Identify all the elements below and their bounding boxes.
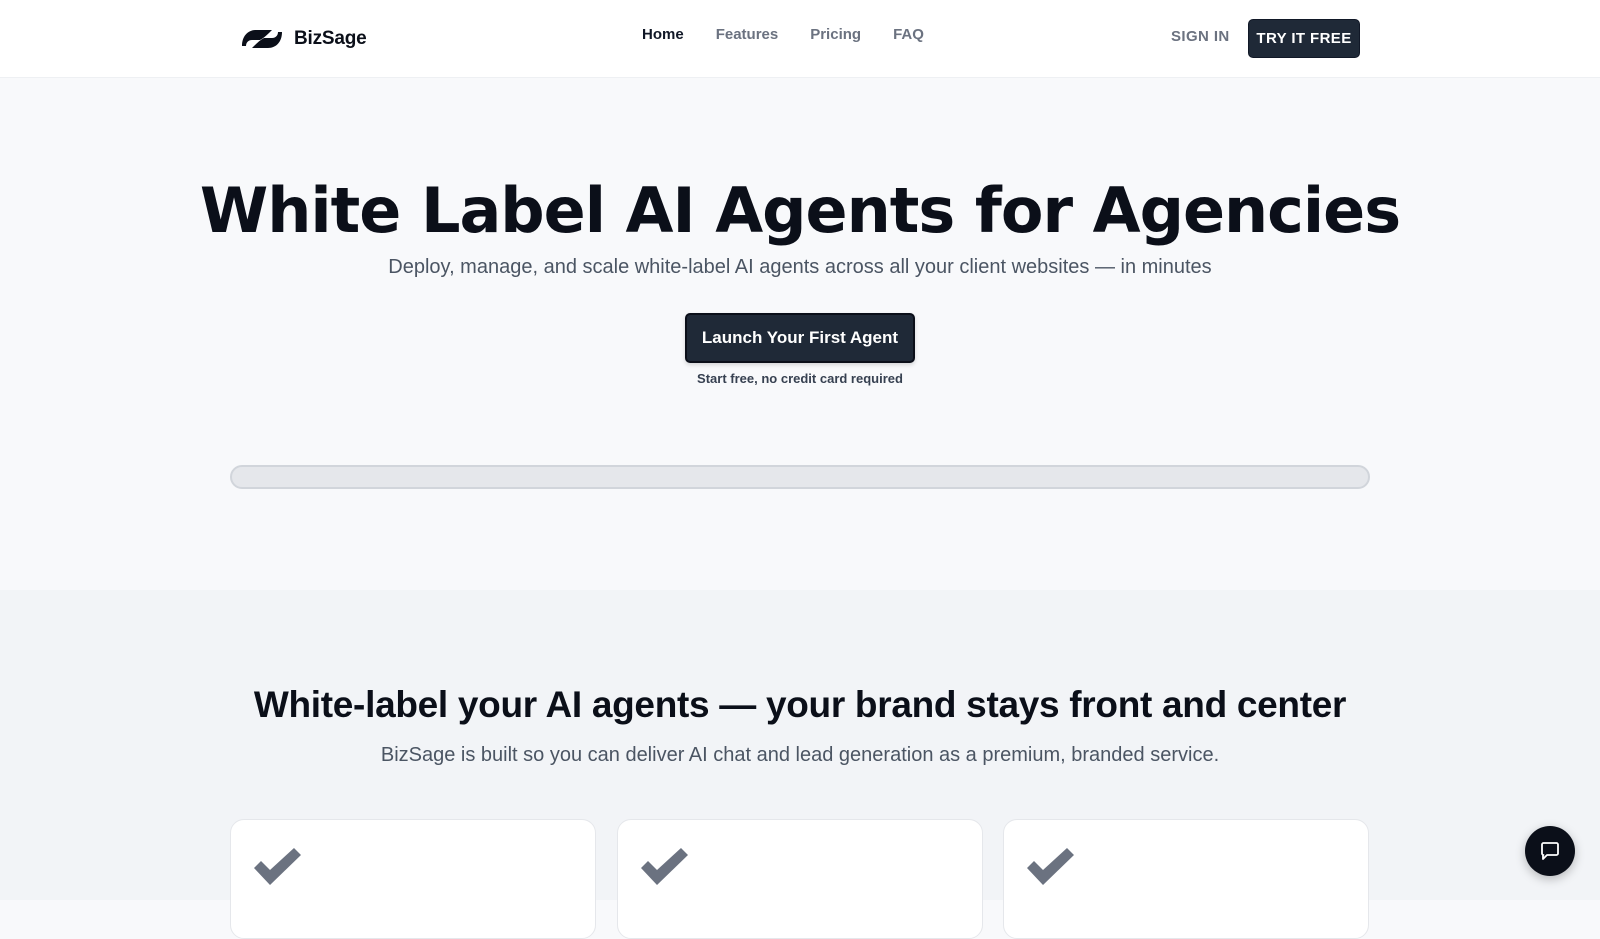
hero-section: White Label AI Agents for Agencies Deplo… bbox=[0, 78, 1600, 590]
top-navbar: BizSage Home Features Pricing FAQ SIGN I… bbox=[0, 0, 1600, 78]
logo-mark-icon bbox=[238, 24, 286, 54]
check-icon bbox=[251, 846, 303, 888]
chat-bubble-icon bbox=[1538, 839, 1562, 863]
feature-card bbox=[1003, 819, 1369, 939]
chat-widget-button[interactable] bbox=[1525, 826, 1575, 876]
sign-in-link[interactable]: SIGN IN bbox=[1171, 28, 1230, 45]
white-label-section: White-label your AI agents — your brand … bbox=[0, 590, 1600, 939]
hero-placeholder-bar bbox=[230, 465, 1370, 489]
nav-link-features[interactable]: Features bbox=[716, 26, 779, 43]
nav-link-home[interactable]: Home bbox=[642, 26, 684, 43]
brand-logo[interactable]: BizSage bbox=[238, 24, 367, 54]
main-nav: Home Features Pricing FAQ bbox=[642, 26, 924, 43]
launch-agent-button[interactable]: Launch Your First Agent bbox=[685, 313, 915, 363]
feature-card bbox=[230, 819, 596, 939]
cta-note: Start free, no credit card required bbox=[697, 371, 903, 386]
check-icon bbox=[1024, 846, 1076, 888]
section-subtitle: BizSage is built so you can deliver AI c… bbox=[380, 744, 1220, 766]
hero-title: White Label AI Agents for Agencies bbox=[199, 174, 1401, 247]
nav-link-pricing[interactable]: Pricing bbox=[810, 26, 861, 43]
brand-name: BizSage bbox=[294, 28, 367, 49]
try-it-free-button[interactable]: TRY IT FREE bbox=[1248, 19, 1360, 58]
feature-card bbox=[617, 819, 983, 939]
hero-subtitle: Deploy, manage, and scale white-label AI… bbox=[388, 256, 1212, 278]
nav-link-faq[interactable]: FAQ bbox=[893, 26, 924, 43]
section-title: White-label your AI agents — your brand … bbox=[253, 684, 1347, 725]
check-icon bbox=[638, 846, 690, 888]
